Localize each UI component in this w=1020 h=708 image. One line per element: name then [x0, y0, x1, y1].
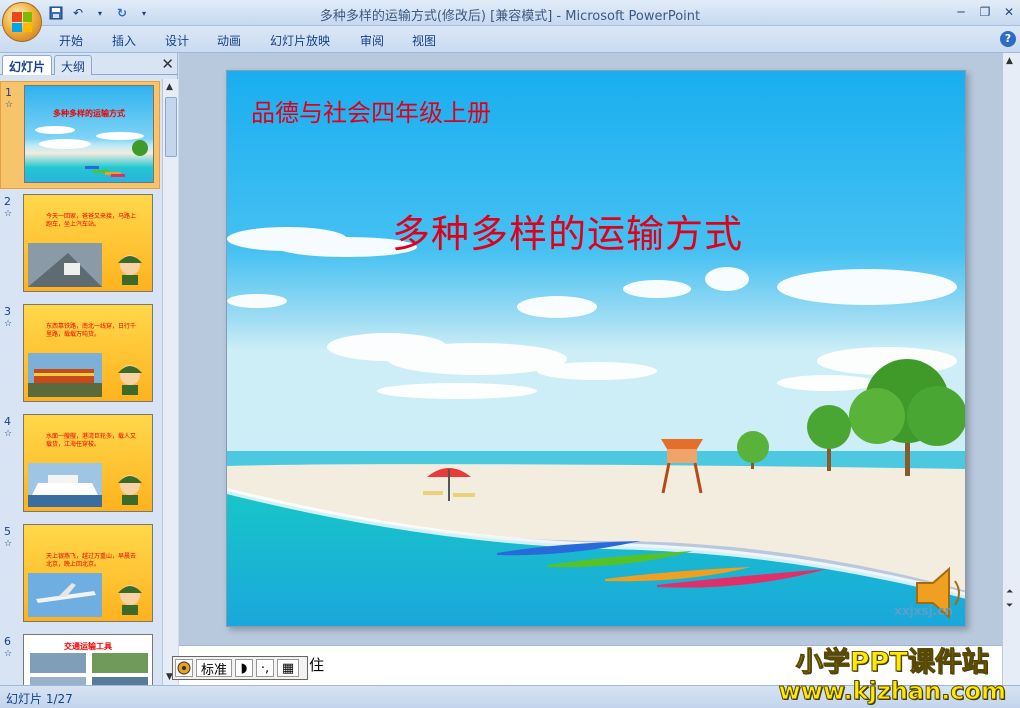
tab-view[interactable]: 视图	[412, 32, 436, 49]
tab-insert[interactable]: 插入	[112, 32, 136, 49]
close-pane-icon[interactable]: ✕	[161, 55, 174, 73]
thumbnail-image: 水面一艘艘，港湾巨轮多，载人又载货，江海任穿梭。	[23, 414, 153, 512]
previous-slide-icon[interactable]: ⏶	[1006, 587, 1013, 597]
office-button[interactable]	[2, 2, 42, 42]
animation-star-icon: ☆	[4, 539, 13, 549]
brand-url: www.kjzhan.com	[778, 677, 1006, 706]
slide-thumbnail-5[interactable]: 5 ☆ 天上银燕飞，越过万重山，早晨去北京，晚上回北京。	[0, 521, 160, 629]
slide-editing-area: 品德与社会四年级上册 多种多样的运输方式 xxjxsj.cn	[179, 53, 1002, 645]
animation-star-icon: ☆	[4, 209, 13, 219]
ribbon-tab-bar: 开始 插入 设计 动画 幻灯片放映 审阅 视图 ?	[0, 26, 1020, 53]
notes-text[interactable]: 住	[309, 654, 324, 675]
slide-thumbnail-2[interactable]: 2 ☆ 今天一回家，爸爸又来接，马路上跑车，坐上汽车站。	[0, 191, 160, 299]
brand-name: 小学PPT课件站	[795, 647, 989, 679]
office-logo-icon	[12, 12, 32, 32]
slide-number: 2	[4, 195, 11, 208]
slide-subtitle[interactable]: 品德与社会四年级上册	[251, 93, 491, 128]
minimize-icon[interactable]: ─	[950, 3, 972, 21]
slide-thumbnail-6[interactable]: 6 ☆ 交通运输工具	[0, 631, 160, 685]
punctuation-icon[interactable]: ·,	[256, 659, 274, 677]
ime-logo-icon[interactable]	[175, 659, 193, 677]
animation-star-icon: ☆	[5, 100, 14, 110]
slide-number: 5	[4, 525, 11, 538]
thumbnail-image: 交通运输工具	[23, 634, 153, 685]
slide-title[interactable]: 多种多样的运输方式	[392, 203, 743, 258]
slides-pane: 幻灯片 大纲 ✕ 1 ☆ 多种多样的运输方式 2 ☆ 今天一回家，爸爸又来接，马…	[0, 53, 178, 685]
slide-thumbnail-4[interactable]: 4 ☆ 水面一艘艘，港湾巨轮多，载人又载货，江海任穿梭。	[0, 411, 160, 519]
slide-scrollbar[interactable]: ▲ ⏶ ⏷	[1002, 53, 1020, 685]
close-icon[interactable]: ✕	[998, 3, 1020, 21]
scroll-up-icon[interactable]: ▲	[1006, 56, 1013, 66]
slide-canvas[interactable]: 品德与社会四年级上册 多种多样的运输方式 xxjxsj.cn	[226, 70, 966, 627]
tab-slideshow[interactable]: 幻灯片放映	[270, 32, 330, 49]
animation-star-icon: ☆	[4, 649, 13, 659]
tab-animations[interactable]: 动画	[217, 32, 241, 49]
thumbnail-image: 天上银燕飞，越过万重山，早晨去北京，晚上回北京。	[23, 524, 153, 622]
slide-number: 4	[4, 415, 11, 428]
tab-design[interactable]: 设计	[165, 32, 189, 49]
thumbnail-image: 东西靠铁路，南北一线穿，日行千里路，载载万吨货。	[23, 304, 153, 402]
scrollbar-thumb[interactable]	[165, 97, 177, 157]
restore-icon[interactable]: ❐	[974, 3, 996, 21]
brand-watermark: 小学PPT课件站 www.kjzhan.com	[778, 640, 1006, 706]
slide-thumbnail-1[interactable]: 1 ☆ 多种多样的运输方式	[0, 81, 160, 189]
tab-outline[interactable]: 大纲	[54, 55, 93, 75]
animation-star-icon: ☆	[4, 319, 13, 329]
thumbnail-image: 多种多样的运输方式	[24, 85, 154, 183]
thumbnail-text: 水面一艘艘，港湾巨轮多，载人又载货，江海任穿梭。	[46, 433, 137, 448]
ime-toolbar: 标准 ◗ ·, ▦	[172, 656, 308, 680]
thumbnail-text: 天上银燕飞，越过万重山，早晨去北京，晚上回北京。	[46, 553, 137, 568]
slide-number: 6	[4, 635, 11, 648]
window-title: 多种多样的运输方式(修改后) [兼容模式] - Microsoft PowerP…	[319, 9, 701, 24]
thumbnail-image: 今天一回家，爸爸又来接，马路上跑车，坐上汽车站。	[23, 194, 153, 292]
slide-number: 3	[4, 305, 11, 318]
slide-number: 1	[5, 86, 12, 99]
pane-tabs: 幻灯片 大纲 ✕	[0, 53, 178, 75]
half-width-icon[interactable]: ◗	[235, 659, 253, 677]
title-bar: ↶ ▾ ↻ ▾ 多种多样的运输方式(修改后) [兼容模式] - Microsof…	[0, 0, 1020, 42]
thumbnail-text: 东西靠铁路，南北一线穿，日行千里路，载载万吨货。	[46, 323, 137, 338]
tab-home[interactable]: 开始	[59, 32, 83, 49]
next-slide-icon[interactable]: ⏷	[1006, 601, 1013, 611]
beach-background-image	[227, 71, 965, 626]
scroll-up-icon[interactable]: ▲	[166, 82, 173, 92]
thumbnail-text: 今天一回家，爸爸又来接，马路上跑车，坐上汽车站。	[46, 213, 137, 228]
ime-mode-label[interactable]: 标准	[196, 659, 232, 678]
tab-slides[interactable]: 幻灯片	[2, 55, 53, 75]
soft-keyboard-icon[interactable]: ▦	[277, 659, 299, 677]
thumbnail-scrollbar[interactable]: ▲ ▼	[162, 79, 178, 685]
slide-watermark: xxjxsj.cn	[894, 604, 953, 618]
slide-counter: 幻灯片 1/27	[6, 692, 73, 706]
thumbnail-list: 1 ☆ 多种多样的运输方式 2 ☆ 今天一回家，爸爸又来接，马路上跑车，坐上汽车…	[0, 79, 162, 685]
help-icon[interactable]: ?	[1000, 31, 1016, 47]
tab-review[interactable]: 审阅	[360, 32, 384, 49]
animation-star-icon: ☆	[4, 429, 13, 439]
slide-thumbnail-3[interactable]: 3 ☆ 东西靠铁路，南北一线穿，日行千里路，载载万吨货。	[0, 301, 160, 409]
